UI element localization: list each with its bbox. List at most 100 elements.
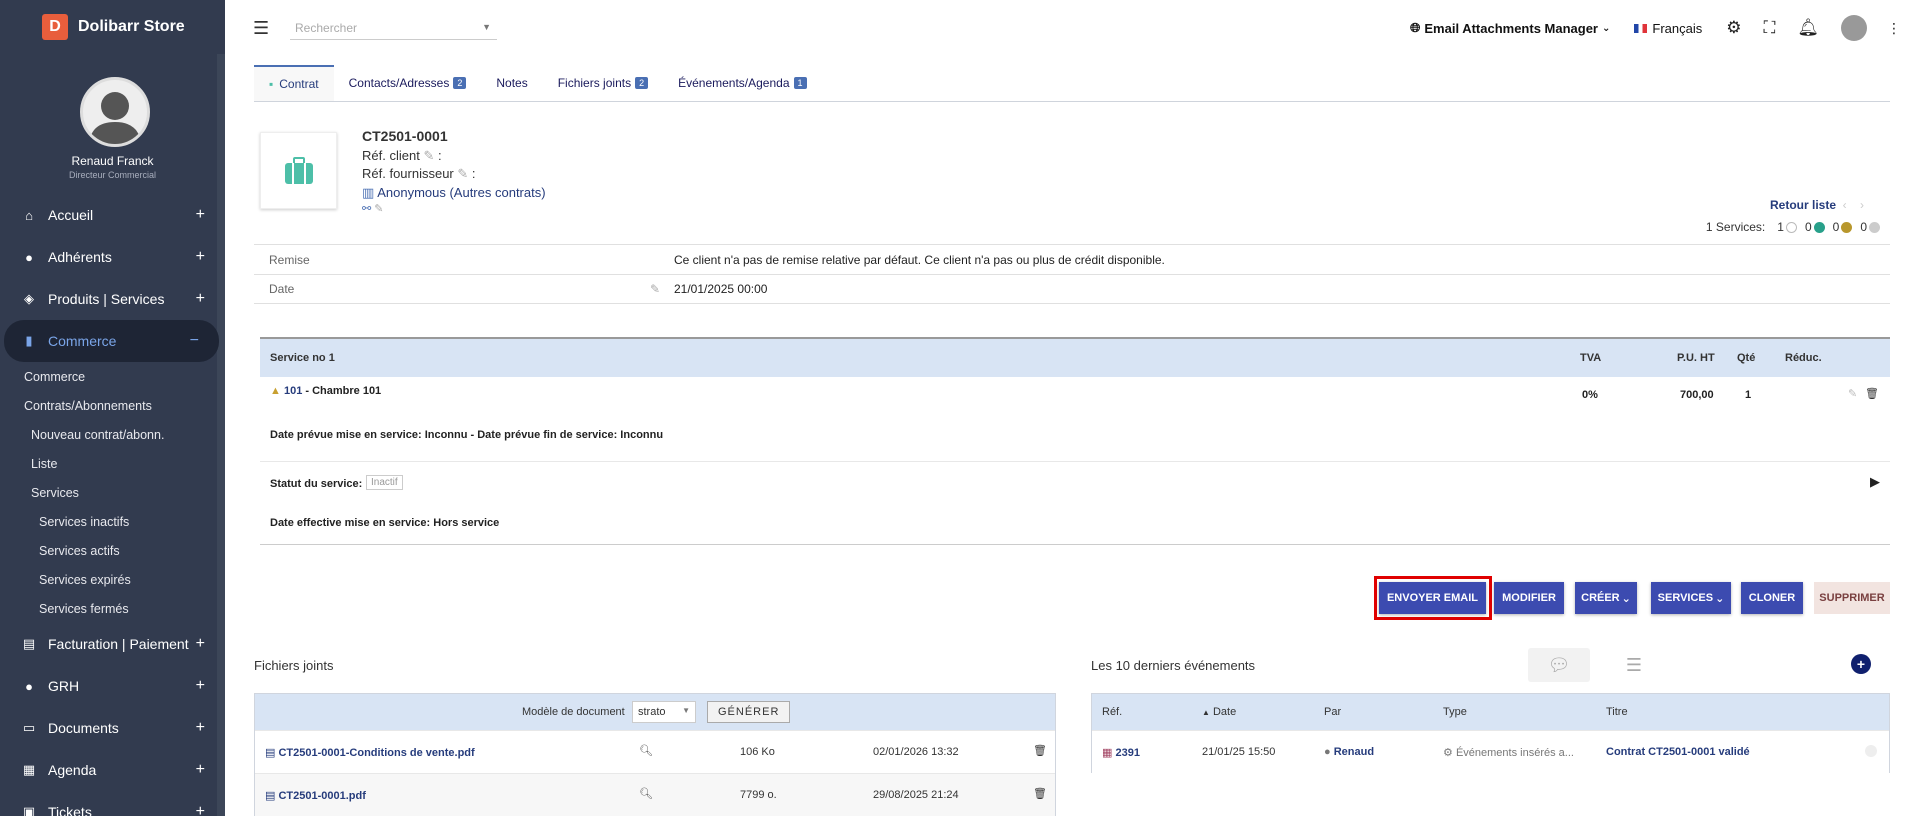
more-vertical-icon[interactable]: ⋮ <box>1887 20 1901 37</box>
menu-label: Agenda <box>48 762 97 778</box>
menu-item-grh[interactable]: ● GRH + <box>0 665 225 707</box>
plus-icon[interactable]: + <box>196 248 205 266</box>
user-avatar[interactable] <box>80 77 150 147</box>
zoom-icon[interactable]: 🔍︎ <box>639 744 653 757</box>
chevron-down-icon: ▼ <box>682 706 690 715</box>
plus-icon[interactable]: + <box>196 761 205 779</box>
next-arrow-icon[interactable]: › <box>1860 198 1864 212</box>
clone-button[interactable]: CLONER <box>1741 582 1803 614</box>
bell-icon[interactable]: 🔔︎ <box>1797 18 1819 38</box>
chevron-down-icon: ▼ <box>482 22 491 32</box>
pencil-icon[interactable]: ✎ <box>1848 387 1857 400</box>
menu-label: Accueil <box>48 207 94 223</box>
search-input[interactable]: Rechercher ▼ <box>290 17 497 40</box>
menu-item-agenda[interactable]: ▦ Agenda + <box>0 749 225 791</box>
submenu-liste[interactable]: Liste <box>0 449 225 478</box>
col-par[interactable]: Par <box>1324 706 1341 718</box>
menu-item-adherents[interactable]: ● Adhérents + <box>0 236 225 278</box>
plus-icon[interactable]: + <box>196 206 205 224</box>
event-user: Renaud <box>1333 746 1375 758</box>
prev-arrow-icon[interactable]: ‹ <box>1843 198 1847 212</box>
user-name[interactable]: Renaud Franck <box>0 154 225 168</box>
add-event-icon[interactable]: + <box>1851 654 1871 674</box>
generate-button[interactable]: GÉNÉRER <box>707 701 791 723</box>
create-dropdown-button[interactable]: CRÉER ⌄ <box>1575 582 1637 614</box>
event-ref-link[interactable]: ▦ 2391 <box>1102 746 1140 759</box>
retour-liste-link[interactable]: Retour liste <box>1770 198 1836 212</box>
col-date[interactable]: ▲ Date <box>1202 706 1236 718</box>
menu-toggle-icon[interactable]: ☰ <box>253 18 269 39</box>
send-email-button[interactable]: ENVOYER EMAIL <box>1379 582 1486 614</box>
minus-icon[interactable]: − <box>190 332 199 350</box>
top-right-menu: 🌐︎ Email Attachments Manager ⌄ Français … <box>1410 0 1915 56</box>
module-dropdown[interactable]: 🌐︎ Email Attachments Manager ⌄ <box>1410 20 1610 36</box>
model-label: Modèle de document <box>522 706 625 718</box>
service-product[interactable]: ▲ 101 - Chambre 101 <box>270 385 381 397</box>
delete-button[interactable]: SUPPRIMER <box>1814 582 1890 614</box>
thirdparty-link[interactable]: ▥ Anonymous (Autres contrats) <box>362 185 546 201</box>
pencil-icon[interactable]: ✎ <box>457 166 468 181</box>
trash-icon[interactable]: 🗑︎ <box>1865 387 1879 400</box>
service-status-row: Statut du service: Inactif ▶ <box>260 461 1890 505</box>
menu-item-commerce[interactable]: ▮ Commerce − <box>4 320 219 362</box>
trash-icon[interactable]: 🗑︎ <box>1033 744 1047 757</box>
play-icon[interactable]: ▶ <box>1870 474 1880 490</box>
chevron-down-icon: ⌄ <box>1715 592 1725 605</box>
project-icon[interactable]: ⚯ <box>362 203 371 215</box>
file-link[interactable]: ▤ CT2501-0001.pdf <box>265 789 366 802</box>
services-dropdown-button[interactable]: SERVICES ⌄ <box>1651 582 1731 614</box>
submenu-contrats[interactable]: Contrats/Abonnements <box>0 391 225 420</box>
zoom-icon[interactable]: 🔍︎ <box>639 787 653 800</box>
pencil-icon[interactable]: ✎ <box>423 148 434 163</box>
menu-label: Tickets <box>48 804 92 816</box>
tab-badge: 1 <box>793 77 807 89</box>
col-titre[interactable]: Titre <box>1606 706 1628 718</box>
menu-item-tickets[interactable]: ▣ Tickets + <box>0 791 225 816</box>
submenu-services-actifs[interactable]: Services actifs <box>0 536 225 565</box>
tab-contrat[interactable]: ▪ Contrat <box>254 65 334 101</box>
modify-button[interactable]: MODIFIER <box>1494 582 1564 614</box>
submenu-commerce[interactable]: Commerce <box>0 362 225 391</box>
event-ref: 2391 <box>1115 747 1140 759</box>
file-row: ▤ CT2501-0001.pdf 🔍︎ 7799 o. 29/08/2025 … <box>255 773 1055 816</box>
flag-fr-icon <box>1634 23 1648 33</box>
product-ref-link[interactable]: 101 <box>284 385 302 397</box>
list-view-toggle-icon[interactable]: ☰ <box>1603 648 1665 682</box>
menu-item-accueil[interactable]: ⌂ Accueil + <box>0 194 225 236</box>
menu-item-produits[interactable]: ◈ Produits | Services + <box>0 278 225 320</box>
plus-icon[interactable]: + <box>196 677 205 695</box>
user-avatar-small[interactable] <box>1841 15 1867 41</box>
thirdparty-label: Anonymous (Autres contrats) <box>377 185 546 200</box>
col-type[interactable]: Type <box>1443 706 1467 718</box>
submenu-services-fermes[interactable]: Services fermés <box>0 594 225 623</box>
chat-view-toggle-icon[interactable]: 💬︎ <box>1528 648 1590 682</box>
tab-contacts[interactable]: Contacts/Adresses 2 <box>334 65 482 101</box>
plus-icon[interactable]: + <box>196 803 205 816</box>
brand[interactable]: D Dolibarr Store <box>0 0 225 54</box>
submenu-services-expires[interactable]: Services expirés <box>0 565 225 594</box>
plus-icon[interactable]: + <box>196 719 205 737</box>
plus-icon[interactable]: + <box>196 635 205 653</box>
model-select[interactable]: strato ▼ <box>632 701 696 723</box>
pencil-icon[interactable]: ✎ <box>650 282 660 296</box>
trash-icon[interactable]: 🗑︎ <box>1033 787 1047 800</box>
tab-label: Notes <box>496 76 528 90</box>
submenu-services[interactable]: Services <box>0 478 225 507</box>
plus-icon[interactable]: + <box>196 290 205 308</box>
tab-notes[interactable]: Notes <box>481 65 542 101</box>
event-user-link[interactable]: ● Renaud <box>1324 746 1374 758</box>
menu-item-documents[interactable]: ▭ Documents + <box>0 707 225 749</box>
col-ref[interactable]: Réf. <box>1102 706 1122 718</box>
submenu-nouveau-contrat[interactable]: Nouveau contrat/abonn. <box>0 420 225 449</box>
tab-evenements[interactable]: Événements/Agenda 1 <box>663 65 821 101</box>
event-title-link[interactable]: Contrat CT2501-0001 validé <box>1606 746 1750 758</box>
tab-fichiers-joints[interactable]: Fichiers joints 2 <box>543 65 663 101</box>
menu-item-facturation[interactable]: ▤ Facturation | Paiement + <box>0 623 225 665</box>
pencil-icon[interactable]: ✎ <box>374 203 383 215</box>
gear-icon[interactable]: ⚙ <box>1726 18 1741 38</box>
language-selector[interactable]: Français <box>1634 21 1702 36</box>
file-link[interactable]: ▤ CT2501-0001-Conditions de vente.pdf <box>265 746 475 759</box>
fullscreen-icon[interactable]: ⛶ <box>1764 18 1776 38</box>
briefcase-icon: ▪ <box>269 77 274 91</box>
submenu-services-inactifs[interactable]: Services inactifs <box>0 507 225 536</box>
